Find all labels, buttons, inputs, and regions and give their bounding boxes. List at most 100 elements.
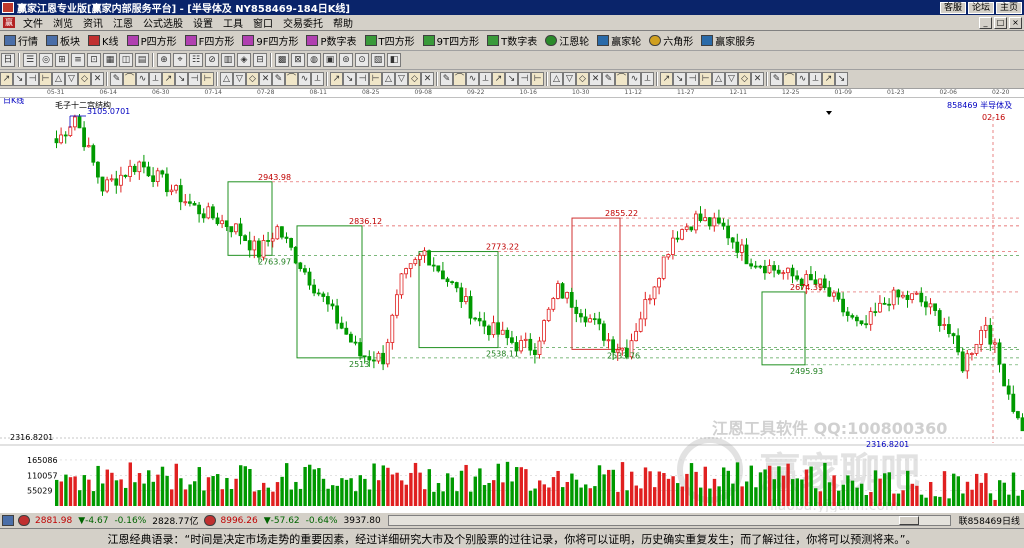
t-square-button[interactable]: T四方形 <box>361 32 419 50</box>
line-tool-icon[interactable]: △ <box>712 72 725 86</box>
tool-icon[interactable]: ⊙ <box>355 53 369 67</box>
line-tool-icon[interactable]: ↗ <box>660 72 673 86</box>
line-tool-icon[interactable]: ⟂ <box>641 72 654 86</box>
line-tool-icon[interactable]: ⊣ <box>188 72 201 86</box>
line-tool-icon[interactable]: ↗ <box>162 72 175 86</box>
kline-chart[interactable]: 江恩工具软件 QQ:100800360赢家聊吧liaoba.yjgann.com… <box>0 98 1024 512</box>
tool-icon[interactable]: ◍ <box>307 53 321 67</box>
line-tool-icon[interactable]: ▽ <box>233 72 246 86</box>
tool-icon[interactable]: ▤ <box>135 53 149 67</box>
line-tool-icon[interactable]: ∿ <box>628 72 641 86</box>
line-tool-icon[interactable]: ∿ <box>796 72 809 86</box>
tool-icon[interactable]: ▧ <box>371 53 385 67</box>
p-square-button[interactable]: P四方形 <box>123 32 181 50</box>
9t-square-button[interactable]: 9T四方形 <box>419 32 483 50</box>
tool-icon[interactable]: ☷ <box>189 53 203 67</box>
line-tool-icon[interactable]: ⊢ <box>699 72 712 86</box>
gann-wheel-button[interactable]: 江恩轮 <box>541 32 593 50</box>
line-tool-icon[interactable]: ✕ <box>259 72 272 86</box>
tool-icon[interactable]: 日 <box>1 53 15 67</box>
line-tool-icon[interactable]: ◇ <box>576 72 589 86</box>
tool-icon[interactable]: ◎ <box>39 53 53 67</box>
close-icon[interactable]: × <box>1009 16 1022 29</box>
line-tool-icon[interactable]: ⊣ <box>26 72 39 86</box>
tool-icon[interactable]: ▣ <box>323 53 337 67</box>
tool-icon[interactable]: ⊕ <box>157 53 171 67</box>
line-tool-icon[interactable]: ⌒ <box>615 72 628 86</box>
tool-icon[interactable]: ◈ <box>237 53 251 67</box>
menu-tools[interactable]: 工具 <box>218 15 248 30</box>
minimize-icon[interactable]: _ <box>979 16 992 29</box>
menu-gann[interactable]: 江恩 <box>108 15 138 30</box>
winner-wheel-button[interactable]: 赢家轮 <box>593 32 645 50</box>
line-tool-icon[interactable]: ▽ <box>563 72 576 86</box>
tool-icon[interactable]: ⊚ <box>339 53 353 67</box>
shenzhen-index-icon[interactable] <box>203 515 216 526</box>
menu-info[interactable]: 资讯 <box>78 15 108 30</box>
line-tool-icon[interactable]: ✕ <box>751 72 764 86</box>
line-tool-icon[interactable]: ✎ <box>440 72 453 86</box>
tool-icon[interactable]: ⊟ <box>253 53 267 67</box>
line-tool-icon[interactable]: ⊢ <box>531 72 544 86</box>
tool-icon[interactable]: ▦ <box>103 53 117 67</box>
line-tool-icon[interactable]: ◇ <box>738 72 751 86</box>
customer-service-link[interactable]: 客服 <box>939 1 966 14</box>
quotes-button[interactable]: 行情 <box>0 32 42 50</box>
tool-icon[interactable]: ⌖ <box>173 53 187 67</box>
winner-service-button[interactable]: 赢家服务 <box>697 32 759 50</box>
line-tool-icon[interactable]: ⊣ <box>686 72 699 86</box>
app-menu-icon[interactable]: 赢 <box>3 17 15 28</box>
menu-settings[interactable]: 设置 <box>188 15 218 30</box>
line-tool-icon[interactable]: ⟂ <box>479 72 492 86</box>
menu-formula-picker[interactable]: 公式选股 <box>138 15 188 30</box>
line-tool-icon[interactable]: ⌒ <box>285 72 298 86</box>
line-tool-icon[interactable]: ⟂ <box>311 72 324 86</box>
line-tool-icon[interactable]: △ <box>220 72 233 86</box>
line-tool-icon[interactable]: ⊢ <box>39 72 52 86</box>
line-tool-icon[interactable]: ▽ <box>725 72 738 86</box>
line-tool-icon[interactable]: ↘ <box>505 72 518 86</box>
line-tool-icon[interactable]: ↘ <box>835 72 848 86</box>
tool-icon[interactable]: ⊞ <box>55 53 69 67</box>
line-tool-icon[interactable]: ✎ <box>770 72 783 86</box>
line-tool-icon[interactable]: △ <box>550 72 563 86</box>
line-tool-icon[interactable]: ∿ <box>298 72 311 86</box>
line-tool-icon[interactable]: ⌒ <box>453 72 466 86</box>
line-tool-icon[interactable]: ↘ <box>343 72 356 86</box>
homepage-link[interactable]: 主页 <box>995 1 1022 14</box>
chart-scrollbar[interactable] <box>387 515 951 526</box>
line-tool-icon[interactable]: ↗ <box>330 72 343 86</box>
line-tool-icon[interactable]: ⌒ <box>123 72 136 86</box>
hexagon-button[interactable]: 六角形 <box>645 32 697 50</box>
line-tool-icon[interactable]: ✎ <box>602 72 615 86</box>
line-tool-icon[interactable]: ↘ <box>673 72 686 86</box>
line-tool-icon[interactable]: ▽ <box>65 72 78 86</box>
line-tool-icon[interactable]: ⊢ <box>201 72 214 86</box>
menu-window[interactable]: 窗口 <box>248 15 278 30</box>
sector-button[interactable]: 板块 <box>42 32 84 50</box>
line-tool-icon[interactable]: ∿ <box>136 72 149 86</box>
scrollbar-thumb[interactable] <box>898 516 919 525</box>
menu-trade[interactable]: 交易委托 <box>278 15 328 30</box>
line-tool-icon[interactable]: ⊣ <box>518 72 531 86</box>
line-tool-icon[interactable]: ↗ <box>492 72 505 86</box>
tool-icon[interactable]: ▥ <box>221 53 235 67</box>
line-tool-icon[interactable]: ⟂ <box>809 72 822 86</box>
p-number-table-button[interactable]: P数字表 <box>302 32 360 50</box>
line-tool-icon[interactable]: ↗ <box>822 72 835 86</box>
tool-icon[interactable]: ☰ <box>23 53 37 67</box>
tool-icon[interactable]: ⊡ <box>87 53 101 67</box>
line-tool-icon[interactable]: ◇ <box>246 72 259 86</box>
line-tool-icon[interactable]: ⊢ <box>369 72 382 86</box>
tool-icon[interactable]: ⊠ <box>291 53 305 67</box>
line-tool-icon[interactable]: ⊣ <box>356 72 369 86</box>
tool-icon[interactable]: ◧ <box>387 53 401 67</box>
line-tool-icon[interactable]: ◇ <box>408 72 421 86</box>
restore-icon[interactable]: □ <box>994 16 1007 29</box>
shanghai-index-icon[interactable] <box>18 515 30 526</box>
menu-file[interactable]: 文件 <box>18 15 48 30</box>
line-tool-icon[interactable]: ✕ <box>421 72 434 86</box>
line-tool-icon[interactable]: △ <box>52 72 65 86</box>
line-tool-icon[interactable]: △ <box>382 72 395 86</box>
9f-square-button[interactable]: 9F四方形 <box>238 32 302 50</box>
